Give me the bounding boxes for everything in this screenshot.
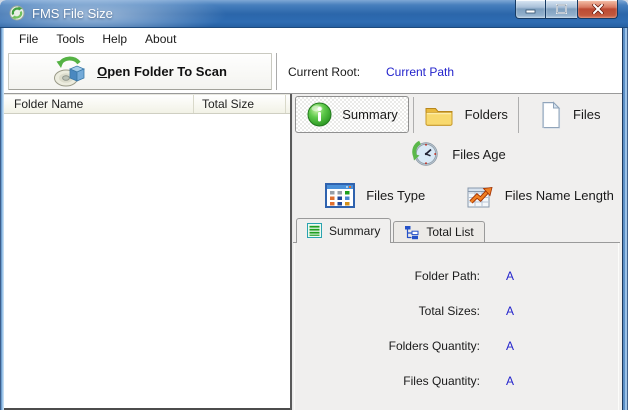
- files-type-grid-icon: [325, 182, 356, 208]
- files-quantity-value: A: [506, 373, 515, 388]
- tabbar: Summary Total List: [293, 218, 620, 243]
- field-files-quantity: Files Quantity: A: [295, 363, 618, 398]
- current-root-value: Current Path: [386, 65, 455, 79]
- folder-list: Folder Name Total Size: [4, 94, 290, 410]
- menu-tools[interactable]: Tools: [47, 30, 93, 48]
- nav-files-type-button[interactable]: Files Type: [293, 173, 458, 217]
- nav-folders-button[interactable]: Folders: [414, 103, 518, 127]
- nav-files-name-length-label: Files Name Length: [504, 187, 614, 203]
- window-title: FMS File Size: [32, 5, 113, 21]
- open-folder-to-scan-button[interactable]: Open Folder To Scan: [8, 53, 272, 90]
- files-page-icon: [540, 100, 562, 129]
- close-button[interactable]: [577, 0, 618, 19]
- folders-icon: [424, 103, 454, 127]
- nav-row-2: Files Age: [293, 135, 622, 173]
- toolbar: Open Folder To Scan Current Root: Curren…: [4, 50, 622, 94]
- files-name-length-chart-icon: [466, 181, 494, 209]
- main-area: Folder Name Total Size Summary Folders F…: [4, 94, 622, 410]
- summary-tab-content: Folder Path: A Total Sizes: A Folders Qu…: [294, 243, 619, 410]
- column-header-folder-name[interactable]: Folder Name: [4, 95, 194, 113]
- maximize-button[interactable]: [546, 0, 577, 19]
- nav-files-type-label: Files Type: [366, 187, 426, 203]
- minimize-button[interactable]: [515, 0, 546, 19]
- column-header-total-size[interactable]: Total Size: [194, 95, 286, 113]
- total-list-tree-icon: [404, 225, 419, 240]
- current-root-label: Current Root:: [288, 65, 361, 79]
- scan-disc-cube-icon: [53, 55, 87, 89]
- nav-files-age-label: Files Age: [452, 146, 506, 162]
- folder-list-header: Folder Name Total Size: [4, 94, 290, 114]
- nav-files-label: Files: [573, 107, 601, 122]
- folders-quantity-value: A: [506, 338, 515, 353]
- folder-path-value: A: [506, 268, 515, 283]
- summary-info-sphere-icon: [306, 101, 333, 128]
- field-total-sizes: Total Sizes: A: [295, 293, 618, 328]
- window-controls: [515, 0, 618, 19]
- total-sizes-label: Total Sizes:: [418, 303, 480, 318]
- tab-total-list[interactable]: Total List: [393, 221, 485, 242]
- open-folder-to-scan-label: Open Folder To Scan: [97, 64, 227, 79]
- field-folder-path: Folder Path: A: [295, 258, 618, 293]
- field-folders-quantity: Folders Quantity: A: [295, 328, 618, 363]
- menu-file[interactable]: File: [10, 30, 47, 48]
- toolbar-separator: [276, 53, 277, 90]
- folder-list-body[interactable]: [4, 114, 290, 408]
- folder-path-label: Folder Path:: [414, 268, 480, 283]
- nav-files-age-button[interactable]: Files Age: [409, 138, 506, 170]
- total-sizes-value: A: [506, 303, 515, 318]
- files-quantity-label: Files Quantity:: [403, 373, 480, 388]
- nav-summary-label: Summary: [342, 107, 398, 122]
- nav-row-1: Summary Folders Files: [293, 94, 622, 135]
- app-window: FMS File Size File Tools Help About Open…: [0, 0, 628, 410]
- files-age-clock-icon: [409, 138, 441, 170]
- tab-total-list-label: Total List: [426, 225, 474, 239]
- tab-summary-label: Summary: [329, 223, 381, 238]
- nav-row-3: Files Type Files Name Length: [293, 173, 622, 217]
- nav-folders-label: Folders: [464, 107, 508, 122]
- menu-about[interactable]: About: [136, 30, 185, 48]
- window-border-right: [622, 28, 628, 410]
- titlebar[interactable]: FMS File Size: [0, 0, 628, 28]
- nav-files-name-length-button[interactable]: Files Name Length: [458, 173, 623, 217]
- tab-summary[interactable]: Summary: [296, 218, 392, 243]
- summary-list-icon: [307, 223, 322, 238]
- client-area: File Tools Help About Open Folder To Sca…: [4, 28, 622, 410]
- menu-help[interactable]: Help: [93, 30, 136, 48]
- right-panel: Summary Folders Files Files Age Files Ty…: [293, 94, 622, 410]
- menubar: File Tools Help About: [4, 28, 622, 50]
- nav-files-button[interactable]: Files: [519, 100, 623, 129]
- nav-summary-button[interactable]: Summary: [295, 96, 409, 133]
- gear-recycle-icon: [9, 5, 25, 21]
- folders-quantity-label: Folders Quantity:: [388, 338, 480, 353]
- titlebar-left: FMS File Size: [9, 5, 113, 21]
